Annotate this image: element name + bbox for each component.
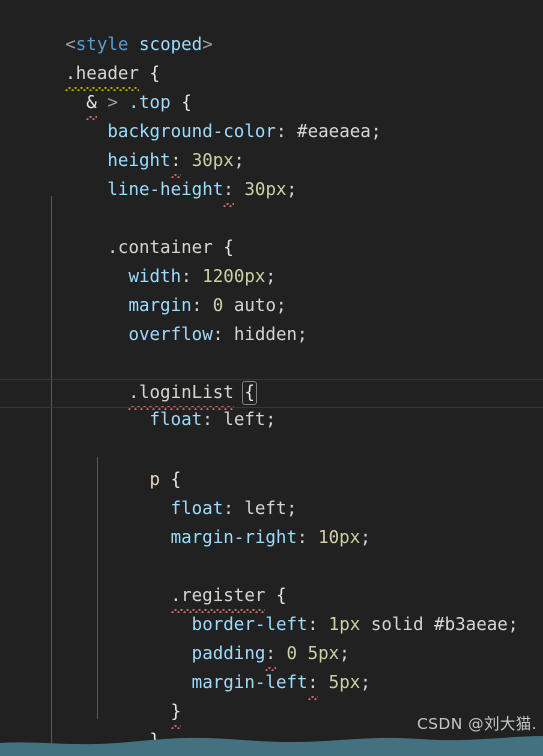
code-line-15-blank[interactable] — [0, 408, 543, 437]
code-line-6[interactable]: line-height: 30px; — [0, 147, 543, 207]
code-line-14-current[interactable]: float: left; — [0, 379, 543, 430]
code-line-8[interactable]: .container { — [0, 205, 543, 258]
code-line-11[interactable]: overflow: hidden; — [0, 292, 543, 345]
code-line-18[interactable]: margin-right: 10px; — [0, 495, 543, 548]
code-line-2[interactable]: .header { — [0, 31, 543, 91]
code-line-12-blank[interactable] — [0, 321, 543, 350]
code-line-17[interactable]: float: left; — [0, 466, 543, 519]
code-line-3[interactable]: & > .top { — [0, 60, 543, 120]
code-editor-screenshot: <style scoped> .header { & > .top { back… — [0, 0, 543, 756]
code-line-25[interactable]: } — [0, 698, 543, 756]
code-line-24[interactable]: } — [0, 669, 543, 729]
code-text-area[interactable]: <style scoped> .header { & > .top { back… — [0, 0, 543, 756]
code-line-9[interactable]: width: 1200px; — [0, 234, 543, 287]
code-line-10[interactable]: margin: 0 auto; — [0, 263, 543, 316]
code-line-13[interactable]: .loginList { — [0, 350, 543, 410]
code-line-4[interactable]: background-color: #eaeaea; — [0, 89, 543, 142]
code-line-19-blank[interactable] — [0, 524, 543, 553]
code-line-7-blank[interactable] — [0, 176, 543, 205]
code-line-22[interactable]: padding: 0 5px; — [0, 611, 543, 671]
code-line-26[interactable]: } — [0, 727, 543, 756]
code-line-1[interactable]: <style scoped> — [0, 2, 543, 55]
code-line-16[interactable]: p { — [0, 437, 543, 490]
code-line-5[interactable]: height: 30px; — [0, 118, 543, 178]
code-line-23[interactable]: margin-left: 5px; — [0, 640, 543, 700]
code-line-21[interactable]: border-left: 1px solid #b3aeae; — [0, 582, 543, 635]
code-line-20[interactable]: .register { — [0, 553, 543, 613]
